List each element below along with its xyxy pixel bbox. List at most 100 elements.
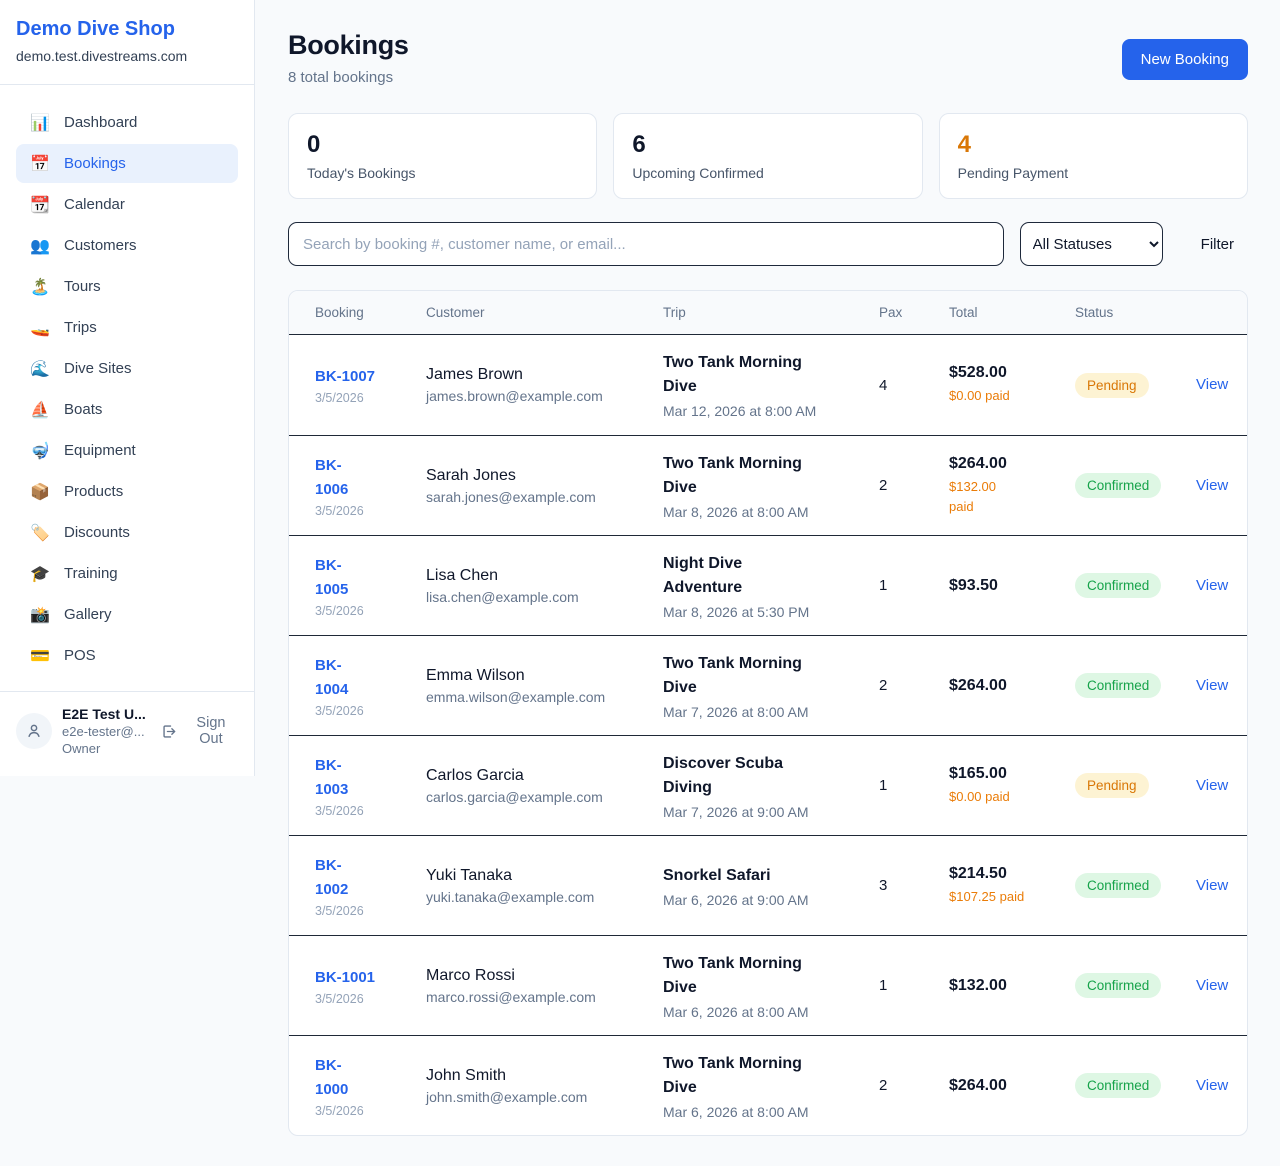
total-cell: $165.00$0.00 paid — [949, 765, 1075, 807]
view-link[interactable]: View — [1196, 577, 1228, 594]
status-cell: Confirmed — [1075, 573, 1196, 598]
total-amount: $93.50 — [949, 577, 1075, 595]
trip-name: Night Dive Adventure — [663, 552, 821, 600]
sidebar-item-label: Training — [64, 565, 118, 582]
trip-datetime: Mar 8, 2026 at 5:30 PM — [663, 604, 879, 620]
sidebar-item-label: Customers — [64, 237, 137, 254]
customer-name: James Brown — [426, 366, 663, 384]
sidebar-item-label: Bookings — [64, 155, 126, 172]
sidebar-item-calendar[interactable]: 📆Calendar — [16, 185, 238, 224]
view-link[interactable]: View — [1196, 877, 1228, 894]
view-link[interactable]: View — [1196, 977, 1228, 994]
person-icon — [25, 722, 43, 740]
sidebar-item-label: Products — [64, 483, 123, 500]
view-link[interactable]: View — [1196, 777, 1228, 794]
sidebar-item-discounts[interactable]: 🏷️Discounts — [16, 513, 238, 552]
booking-id-link[interactable]: BK-1006 — [315, 454, 426, 502]
booking-id-link[interactable]: BK-1003 — [315, 754, 426, 802]
booking-id-link[interactable]: BK-1007 — [315, 365, 426, 389]
search-input[interactable] — [288, 222, 1004, 266]
customer-name: Sarah Jones — [426, 467, 663, 485]
sidebar-item-label: Boats — [64, 401, 102, 418]
sidebar-item-pos[interactable]: 💳POS — [16, 636, 238, 675]
status-cell: Confirmed — [1075, 473, 1196, 498]
sidebar-item-training[interactable]: 🎓Training — [16, 554, 238, 593]
view-link[interactable]: View — [1196, 677, 1228, 694]
sidebar-item-products[interactable]: 📦Products — [16, 472, 238, 511]
status-badge: Confirmed — [1075, 473, 1161, 498]
paid-amount: $107.25 paid — [949, 887, 1029, 907]
sidebar-item-dive-sites[interactable]: 🌊Dive Sites — [16, 349, 238, 388]
sidebar-item-dashboard[interactable]: 📊Dashboard — [16, 103, 238, 142]
user-email: e2e-tester@... — [62, 724, 151, 739]
sidebar-item-gallery[interactable]: 📸Gallery — [16, 595, 238, 634]
user-box: E2E Test U... e2e-tester@... Owner Sign … — [0, 691, 254, 776]
booking-id-link[interactable]: BK-1002 — [315, 854, 426, 902]
sidebar-item-tours[interactable]: 🏝️Tours — [16, 267, 238, 306]
trip-datetime: Mar 7, 2026 at 8:00 AM — [663, 704, 879, 720]
table-row: BK-10043/5/2026Emma Wilsonemma.wilson@ex… — [289, 635, 1247, 735]
total-cell: $132.00 — [949, 977, 1075, 995]
stats-row: 0 Today's Bookings 6 Upcoming Confirmed … — [288, 113, 1248, 199]
filter-button[interactable]: Filter — [1187, 236, 1248, 253]
booking-id-link[interactable]: BK-1004 — [315, 654, 426, 702]
total-cell: $264.00 — [949, 677, 1075, 695]
customer-name: Carlos Garcia — [426, 767, 663, 785]
total-cell: $264.00 — [949, 1077, 1075, 1095]
table-row: BK-10063/5/2026Sarah Jonessarah.jones@ex… — [289, 435, 1247, 535]
sailboat-icon: ⛵ — [30, 400, 50, 419]
trip-datetime: Mar 6, 2026 at 8:00 AM — [663, 1004, 879, 1020]
status-badge: Confirmed — [1075, 1073, 1161, 1098]
booking-cell: BK-10063/5/2026 — [315, 454, 426, 518]
total-cell: $214.50$107.25 paid — [949, 865, 1075, 907]
sign-out-button[interactable]: Sign Out — [161, 715, 238, 747]
customer-cell: Emma Wilsonemma.wilson@example.com — [426, 667, 663, 705]
booking-id-link[interactable]: BK-1000 — [315, 1054, 426, 1102]
view-cell: View — [1196, 477, 1237, 495]
paid-amount: $0.00 paid — [949, 787, 1029, 807]
pax-value: 4 — [879, 377, 949, 394]
status-filter-select[interactable]: All Statuses — [1020, 222, 1163, 266]
view-cell: View — [1196, 977, 1237, 995]
total-cell: $93.50 — [949, 577, 1075, 595]
sidebar-item-trips[interactable]: 🚤Trips — [16, 308, 238, 347]
trip-datetime: Mar 7, 2026 at 9:00 AM — [663, 804, 879, 820]
customer-email: lisa.chen@example.com — [426, 589, 663, 605]
avatar — [16, 713, 52, 749]
view-cell: View — [1196, 677, 1237, 695]
stat-label: Upcoming Confirmed — [632, 165, 903, 181]
total-amount: $528.00 — [949, 364, 1075, 382]
view-link[interactable]: View — [1196, 477, 1228, 494]
sidebar-item-boats[interactable]: ⛵ Boats — [16, 390, 238, 429]
sidebar-item-customers[interactable]: 👥Customers — [16, 226, 238, 265]
bookings-table: Booking Customer Trip Pax Total Status B… — [288, 290, 1248, 1136]
status-cell: Pending — [1075, 373, 1196, 398]
customer-email: emma.wilson@example.com — [426, 689, 663, 705]
booking-cell: BK-10073/5/2026 — [315, 365, 426, 405]
table-row: BK-10053/5/2026Lisa Chenlisa.chen@exampl… — [289, 535, 1247, 635]
view-link[interactable]: View — [1196, 1077, 1228, 1094]
customer-cell: James Brownjames.brown@example.com — [426, 366, 663, 404]
new-booking-button[interactable]: New Booking — [1122, 39, 1248, 80]
customer-cell: Yuki Tanakayuki.tanaka@example.com — [426, 867, 663, 905]
sidebar-item-equipment[interactable]: 🤿Equipment — [16, 431, 238, 470]
booking-id-link[interactable]: BK-1001 — [315, 966, 426, 990]
booking-date: 3/5/2026 — [315, 804, 426, 818]
diving-mask-icon: 🤿 — [30, 441, 50, 460]
trip-cell: Snorkel SafariMar 6, 2026 at 9:00 AM — [663, 864, 879, 908]
stat-value: 6 — [632, 131, 903, 159]
customer-cell: Carlos Garciacarlos.garcia@example.com — [426, 767, 663, 805]
page-header: Bookings 8 total bookings New Booking — [288, 30, 1248, 86]
trip-datetime: Mar 12, 2026 at 8:00 AM — [663, 403, 879, 419]
total-amount: $264.00 — [949, 455, 1075, 473]
view-cell: View — [1196, 877, 1237, 895]
booking-cell: BK-10013/5/2026 — [315, 966, 426, 1006]
table-row: BK-1003 3/5/2026Carlos Garciacarlos.garci… — [289, 735, 1247, 835]
trip-datetime: Mar 8, 2026 at 8:00 AM — [663, 504, 879, 520]
sidebar-item-bookings[interactable]: 📅Bookings — [16, 144, 238, 183]
view-link[interactable]: View — [1196, 376, 1228, 393]
booking-id-link[interactable]: BK-1005 — [315, 554, 426, 602]
customer-email: yuki.tanaka@example.com — [426, 889, 663, 905]
trip-cell: Night Dive Adventure Mar 8, 2026 at 5:30 … — [663, 552, 879, 620]
page-subtitle: 8 total bookings — [288, 69, 409, 86]
